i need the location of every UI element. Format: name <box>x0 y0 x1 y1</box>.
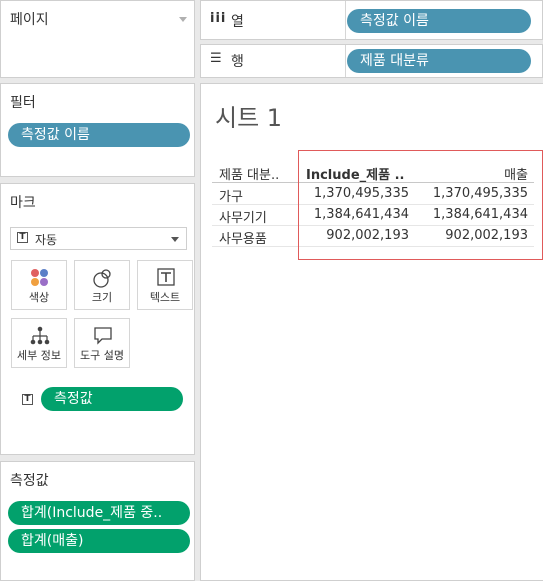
text-icon <box>157 268 175 286</box>
tooltip-label: 도구 설명 <box>80 349 124 362</box>
color-label: 색상 <box>28 291 50 304</box>
rows-pill-product-category[interactable]: 제품 대분류 <box>347 49 531 73</box>
rows-shelf: ☰ 행 제품 대분류 <box>200 44 543 78</box>
columns-icon: iii <box>210 11 227 26</box>
measure-values-panel: 측정값 합계(Include_제품 중.. 합계(매출) <box>0 461 195 581</box>
text-pill-measure-values[interactable]: 측정값 <box>41 387 183 411</box>
row-label-2: 사무기기 <box>219 211 267 226</box>
header-product-category[interactable]: 제품 대분.. <box>219 164 279 183</box>
row-label-3: 사무용품 <box>219 232 267 247</box>
rows-label: 행 <box>231 54 244 70</box>
tooltip-button[interactable]: 도구 설명 <box>74 318 130 368</box>
size-button[interactable]: 크기 <box>74 260 130 310</box>
chevron-down-icon <box>171 237 179 242</box>
text-encoding-icon: T <box>22 394 33 405</box>
measure-values-title: 측정값 <box>10 473 49 489</box>
shelf-divider <box>345 1 346 39</box>
detail-icon <box>30 326 50 345</box>
tooltip-icon <box>94 327 112 345</box>
columns-label: 열 <box>231 14 244 30</box>
marks-title: 마크 <box>10 195 36 211</box>
mark-type-dropdown[interactable]: T 자동 <box>10 227 187 250</box>
text-label: 텍스트 <box>149 291 181 304</box>
sheet-title: 시트 1 <box>215 104 283 132</box>
highlight-box <box>298 150 543 260</box>
size-label: 크기 <box>91 291 113 304</box>
text-mark-icon: T <box>17 232 28 243</box>
filters-title: 필터 <box>10 95 36 111</box>
color-icon <box>31 269 48 286</box>
detail-button[interactable]: 세부 정보 <box>11 318 67 368</box>
mark-type-label: 자동 <box>35 233 58 247</box>
color-button[interactable]: 색상 <box>11 260 67 310</box>
filters-panel: 필터 측정값 이름 <box>0 83 195 177</box>
columns-pill-measure-names[interactable]: 측정값 이름 <box>347 9 531 33</box>
text-button[interactable]: 텍스트 <box>137 260 193 310</box>
columns-shelf: iii 열 측정값 이름 <box>200 0 543 40</box>
measure-pill-sales[interactable]: 합계(매출) <box>8 529 190 553</box>
pages-title: 페이지 <box>10 12 49 28</box>
size-icon <box>93 269 111 288</box>
measure-pill-include[interactable]: 합계(Include_제품 중.. <box>8 501 190 525</box>
sheet-view: 시트 1 제품 대분.. Include_제품 .. 매출 가구 1,370,4… <box>200 83 543 581</box>
row-label-1: 가구 <box>219 190 243 205</box>
marks-panel: 마크 T 자동 색상 크기 텍스트 세부 정보 도구 설명 T 측정값 <box>0 183 195 455</box>
detail-label: 세부 정보 <box>17 349 61 362</box>
shelf-divider <box>345 45 346 77</box>
pages-menu-icon[interactable] <box>179 17 187 22</box>
filter-pill-measure-names[interactable]: 측정값 이름 <box>8 123 190 147</box>
rows-icon: ☰ <box>210 51 222 66</box>
pages-panel: 페이지 <box>0 0 195 78</box>
